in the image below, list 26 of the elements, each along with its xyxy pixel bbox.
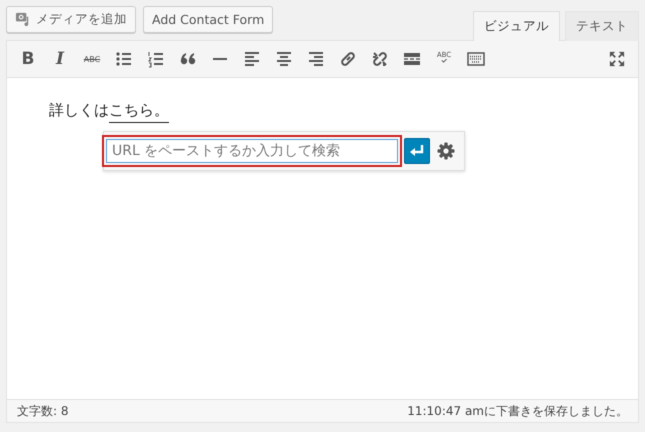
bulleted-list-icon [115,50,133,68]
align-left-icon [243,50,261,68]
italic-button[interactable]: I [45,44,75,74]
link-icon [339,50,357,68]
apply-link-button[interactable] [404,138,430,164]
numbered-list-icon [147,50,165,68]
save-status: 11:10:47 amに下書きを保存しました。 [407,402,628,420]
align-right-icon [307,50,325,68]
keyboard-icon [467,50,485,68]
read-more-icon [403,50,421,68]
paragraph-text: 詳しくはこちら。 [49,100,638,120]
add-media-button[interactable]: メディアを追加 [6,6,136,33]
unlink-icon [371,50,389,68]
enter-icon [409,144,425,158]
link-text[interactable]: こちら。 [109,101,169,123]
horizontal-line-icon [213,58,227,60]
align-center-icon [275,50,293,68]
editor-tab[interactable]: ビジュアル [473,11,560,41]
bold-button[interactable]: B [13,44,43,74]
editor-tab[interactable]: テキスト [565,11,639,41]
gear-icon [437,142,455,160]
fullscreen-icon [609,51,625,67]
strikethrough-button[interactable]: ABC [77,44,107,74]
word-count: 文字数: 8 [17,402,68,420]
add-form-button[interactable]: Add Contact Form [143,6,274,33]
url-input-field[interactable]: URL をペーストするか入力して検索 [106,139,398,163]
